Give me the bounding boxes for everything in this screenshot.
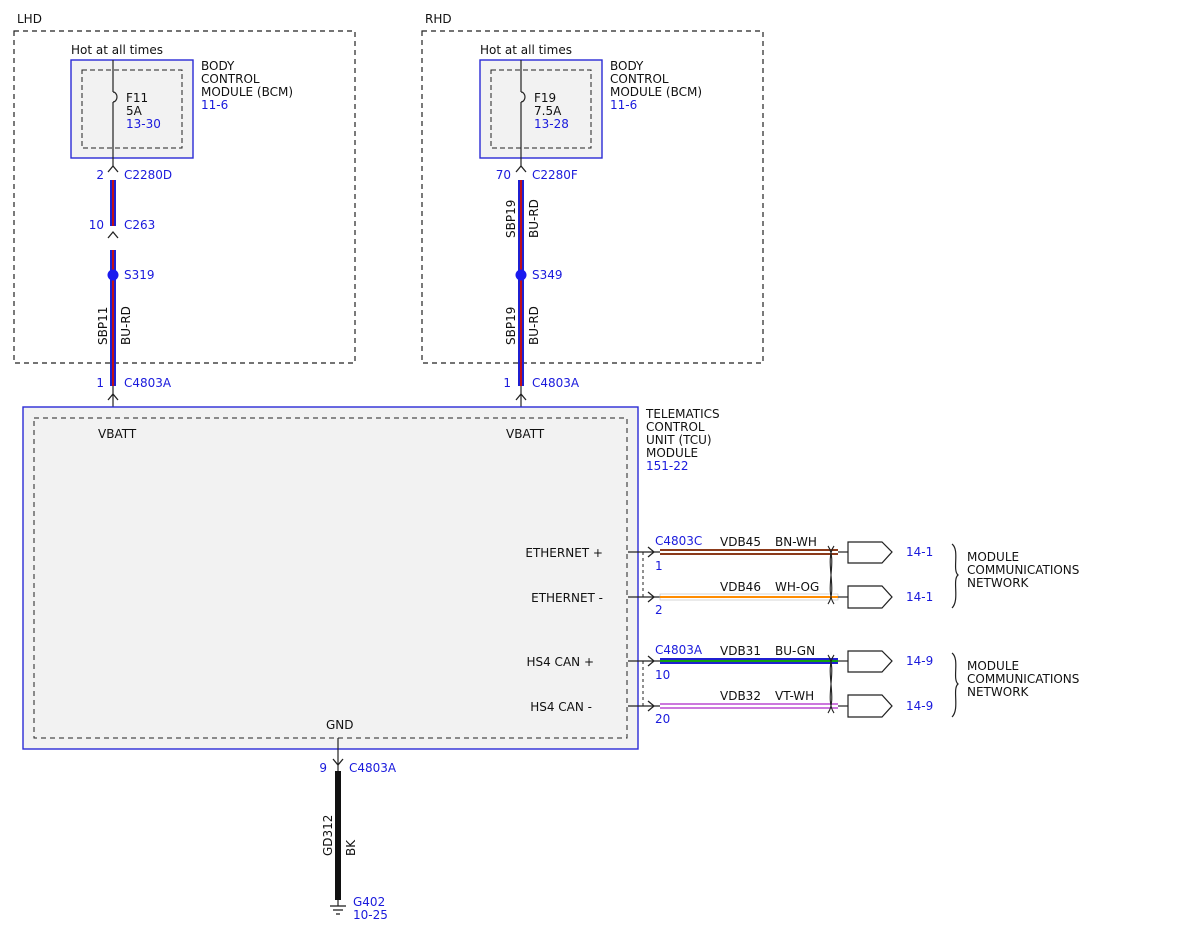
lhd-conn-arrow-icon — [107, 164, 119, 173]
rhd-fuse-ref[interactable]: 13-28 — [534, 117, 569, 131]
lhd-fuse-ref[interactable]: 13-30 — [126, 117, 161, 131]
can-network-label-1: MODULE — [967, 659, 1019, 673]
tcu-name-3: UNIT (TCU) — [646, 433, 712, 447]
tcu-vbatt-left: VBATT — [98, 427, 137, 441]
tcu-gnd: GND — [326, 718, 354, 732]
lhd-bcm-name-1: BODY — [201, 59, 235, 73]
wiring-diagram: LHD Hot at all times BODY CONTROL MODULE… — [0, 0, 1200, 927]
eth-plus-circuit: VDB45 — [720, 535, 761, 549]
lhd-circuit: SBP11 — [96, 307, 110, 345]
can-plus-offpage-arrow-icon[interactable] — [847, 650, 893, 673]
tcu-vbatt-right: VBATT — [506, 427, 545, 441]
rhd-circuit-upper: SBP19 — [504, 200, 518, 238]
eth-minus-signal: ETHERNET - — [531, 591, 603, 605]
can-minus-ref[interactable]: 14-9 — [906, 699, 933, 713]
lhd-inline-arrow-icon — [107, 230, 119, 239]
ground-circuit-id: GD312 — [321, 815, 335, 856]
rhd-wire-color-upper: BU-RD — [527, 199, 541, 238]
rhd-bcm-name-3: MODULE (BCM) — [610, 85, 702, 99]
rhd-region: RHD Hot at all times BODY CONTROL MODULE… — [421, 12, 764, 418]
can-connector[interactable]: C4803A — [655, 643, 703, 657]
rhd-splice-dot — [515, 269, 527, 281]
eth-minus-pin: 2 — [655, 603, 663, 617]
eth-network-label-1: MODULE — [967, 550, 1019, 564]
lhd-bcm-ref[interactable]: 11-6 — [201, 98, 228, 112]
rhd-pin-tcu: 1 — [503, 376, 511, 390]
tcu-name-1: TELEMATICS — [645, 407, 720, 421]
tcu-ref[interactable]: 151-22 — [646, 459, 689, 473]
can-plus-circuit: VDB31 — [720, 644, 761, 658]
rhd-conn-arrow-icon — [515, 164, 527, 173]
ground-circuit: 9 C4803A GD312 BK G402 10-25 — [319, 738, 397, 922]
diagram-svg: LHD Hot at all times BODY CONTROL MODULE… — [13, 12, 1079, 922]
lhd-hot-label: Hot at all times — [71, 43, 163, 57]
eth-plus-pin: 1 — [655, 559, 663, 573]
rhd-pin-bcm: 70 — [496, 168, 511, 182]
can-network-brace-icon — [951, 652, 959, 718]
can-minus-offpage-arrow-icon[interactable] — [847, 694, 893, 718]
lhd-conn-inline[interactable]: C263 — [124, 218, 155, 232]
lhd-bcm-name-2: CONTROL — [201, 72, 260, 86]
rhd-bcm-name-1: BODY — [610, 59, 644, 73]
lhd-wire-color: BU-RD — [119, 306, 133, 345]
eth-network-brace-icon — [951, 543, 959, 609]
lhd-conn-tcu[interactable]: C4803A — [124, 376, 172, 390]
rhd-label: RHD — [425, 12, 452, 26]
eth-network-label-2: COMMUNICATIONS — [967, 563, 1079, 577]
can-plus-ref[interactable]: 14-9 — [906, 654, 933, 668]
eth-network-label-3: NETWORK — [967, 576, 1030, 590]
can-plus-color: BU-GN — [775, 644, 815, 658]
rhd-bcm-name-2: CONTROL — [610, 72, 669, 86]
rhd-wire-color-lower: BU-RD — [527, 306, 541, 345]
lhd-fuse-rating: 5A — [126, 104, 143, 118]
eth-plus-color: BN-WH — [775, 535, 817, 549]
lhd-splice-dot — [107, 269, 119, 281]
eth-minus-color: WH-OG — [775, 580, 819, 594]
ground-symbol-icon — [330, 905, 346, 915]
lhd-fuse-name: F11 — [126, 91, 148, 105]
lhd-splice[interactable]: S319 — [124, 268, 155, 282]
eth-minus-ref[interactable]: 14-1 — [906, 590, 933, 604]
lhd-bcm-name-3: MODULE (BCM) — [201, 85, 293, 99]
ground-pin: 9 — [319, 761, 327, 775]
ground-wire — [335, 771, 341, 900]
lhd-label: LHD — [17, 12, 42, 26]
ground-point[interactable]: G402 — [353, 895, 385, 909]
lhd-pin-inline: 10 — [89, 218, 104, 232]
eth-connector[interactable]: C4803C — [655, 534, 702, 548]
tcu-module-box[interactable] — [22, 406, 639, 750]
tcu-module: TELEMATICS CONTROL UNIT (TCU) MODULE 151… — [22, 406, 720, 750]
rhd-hot-label: Hot at all times — [480, 43, 572, 57]
can-plus-signal: HS4 CAN + — [526, 655, 594, 669]
can-minus-signal: HS4 CAN - — [530, 700, 592, 714]
eth-minus-offpage-arrow-icon[interactable] — [847, 585, 893, 609]
can-plus-pin: 10 — [655, 668, 670, 682]
tcu-name-4: MODULE — [646, 446, 698, 460]
rhd-conn-bcm[interactable]: C2280F — [532, 168, 578, 182]
tcu-name-2: CONTROL — [646, 420, 705, 434]
can-minus-circuit: VDB32 — [720, 689, 761, 703]
eth-plus-offpage-arrow-icon[interactable] — [847, 541, 893, 564]
rhd-bcm-ref[interactable]: 11-6 — [610, 98, 637, 112]
can-minus-pin: 20 — [655, 712, 670, 726]
rhd-circuit-lower: SBP19 — [504, 307, 518, 345]
eth-plus-ref[interactable]: 14-1 — [906, 545, 933, 559]
can-network-label-3: NETWORK — [967, 685, 1030, 699]
rhd-fuse-rating: 7.5A — [534, 104, 562, 118]
lhd-conn-bcm[interactable]: C2280D — [124, 168, 172, 182]
can-network-label-2: COMMUNICATIONS — [967, 672, 1079, 686]
rhd-splice[interactable]: S349 — [532, 268, 563, 282]
ground-connector[interactable]: C4803A — [349, 761, 397, 775]
lhd-pin-bcm: 2 — [96, 168, 104, 182]
eth-plus-signal: ETHERNET + — [525, 546, 603, 560]
rhd-conn-tcu[interactable]: C4803A — [532, 376, 580, 390]
rhd-fuse-name: F19 — [534, 91, 556, 105]
eth-minus-circuit: VDB46 — [720, 580, 761, 594]
ground-ref[interactable]: 10-25 — [353, 908, 388, 922]
lhd-pin-tcu: 1 — [96, 376, 104, 390]
ground-wire-color: BK — [344, 839, 358, 856]
lhd-region: LHD Hot at all times BODY CONTROL MODULE… — [13, 12, 356, 418]
can-minus-color: VT-WH — [775, 689, 814, 703]
